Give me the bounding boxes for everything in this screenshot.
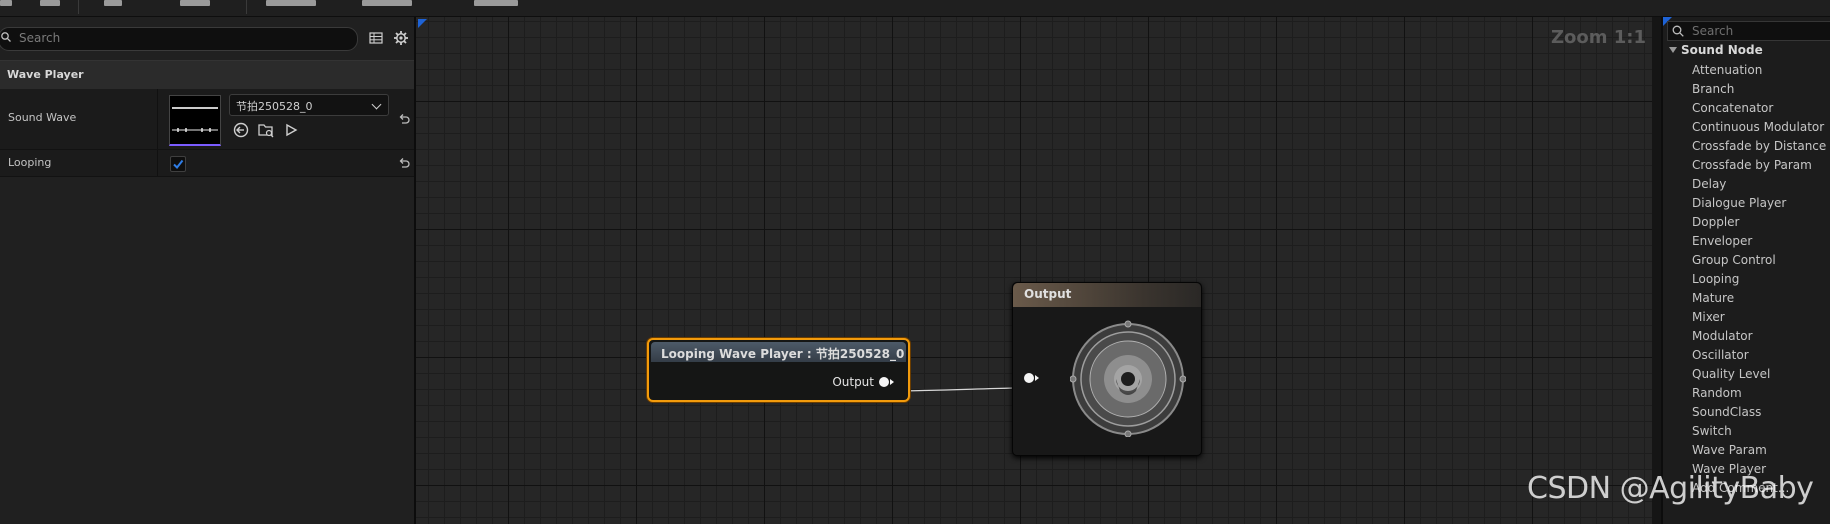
palette-item[interactable]: Branch [1692,81,1826,100]
palette-item[interactable]: Concatenator [1692,100,1826,119]
palette-item[interactable]: Enveloper [1692,233,1826,252]
use-selected-asset-icon[interactable] [232,121,250,139]
palette-node-list: Attenuation Branch Concatenator Continuo… [1692,62,1826,499]
chevron-down-icon [371,99,382,110]
palette-item[interactable]: Attenuation [1692,62,1826,81]
column-divider [157,150,158,176]
watermark: CSDN @AgilityBaby [1527,471,1814,506]
table-view-icon[interactable] [368,30,384,46]
expand-triangle-icon [1669,47,1677,53]
palette-item[interactable]: Switch [1692,423,1826,442]
node-header[interactable]: Output [1013,283,1201,307]
category-label: Sound Node [1681,43,1763,57]
speaker-icon [1070,320,1186,437]
palette-search-box[interactable] [1667,21,1830,41]
property-row-sound-wave: Sound Wave 节拍250528_0 [0,89,414,150]
graph-corner-marker [418,19,427,28]
palette-item[interactable]: Mature [1692,290,1826,309]
palette-item[interactable]: Group Control [1692,252,1826,271]
output-pin[interactable] [879,377,889,387]
palette-search-input[interactable] [1692,23,1830,39]
output-pin-label: Output [832,375,874,389]
pin-arrow-icon [890,379,894,385]
output-node[interactable]: Output [1012,282,1202,456]
looping-wave-player-node[interactable]: Looping Wave Player : 节拍250528_0 Output [647,338,910,402]
palette-item[interactable]: Mixer [1692,309,1826,328]
section-title: Wave Player [7,68,84,81]
category-sound-node[interactable]: Sound Node [1669,43,1763,57]
input-pin[interactable] [1024,373,1034,383]
property-label: Sound Wave [8,111,77,124]
palette-item[interactable]: Continuous Modulator [1692,119,1826,138]
details-search-box[interactable] [0,27,358,51]
property-row-looping: Looping [0,150,414,177]
play-icon[interactable] [282,121,300,139]
sound-wave-asset-combo[interactable]: 节拍250528_0 [229,94,389,116]
palette-item[interactable]: Quality Level [1692,366,1826,385]
toolbar-separator [246,0,247,14]
section-header-wave-player[interactable]: Wave Player [0,60,414,89]
waveform-icon [172,107,218,132]
sound-wave-thumbnail[interactable] [169,95,221,146]
palette-item[interactable]: Crossfade by Distance [1692,138,1826,157]
looping-checkbox[interactable] [170,156,186,172]
toolbar-icon[interactable] [180,0,210,6]
toolbar-icon[interactable] [362,0,412,6]
palette-item[interactable]: SoundClass [1692,404,1826,423]
palette-item[interactable]: Modulator [1692,328,1826,347]
palette-item[interactable]: Dialogue Player [1692,195,1826,214]
node-title: Looping Wave Player : 节拍250528_0 [661,347,905,361]
reset-to-default-icon[interactable] [397,112,411,126]
palette-item[interactable]: Random [1692,385,1826,404]
toolbar-icon[interactable] [266,0,316,6]
palette-item[interactable]: Looping [1692,271,1826,290]
browse-folder-icon[interactable] [257,121,275,139]
details-search-input[interactable] [19,30,339,46]
details-panel: Wave Player Sound Wave 节拍250528_0 Loopin… [0,17,416,524]
node-header[interactable]: Looping Wave Player : 节拍250528_0 [651,342,906,362]
sound-wave-asset-name: 节拍250528_0 [236,100,313,113]
palette-item[interactable]: Doppler [1692,214,1826,233]
details-search-row [0,27,414,51]
palette-item[interactable]: Delay [1692,176,1826,195]
reset-to-default-icon[interactable] [397,156,411,170]
palette-item[interactable]: Oscillator [1692,347,1826,366]
palette-item[interactable]: Wave Param [1692,442,1826,461]
toolbar-separator [78,0,79,14]
graph-canvas[interactable]: Zoom 1:1 Looping Wave Player : 节拍250528_… [416,17,1652,524]
column-divider [157,89,158,149]
search-icon [1672,25,1684,37]
node-title: Output [1024,287,1072,301]
gear-icon[interactable] [393,30,409,46]
property-label: Looping [8,156,52,169]
checkmark-icon [173,159,184,170]
search-icon [1,32,11,42]
toolbar-icon[interactable] [474,0,518,6]
zoom-level: Zoom 1:1 [1550,27,1646,48]
toolbar-icon[interactable] [104,0,122,6]
pin-arrow-icon [1035,375,1039,381]
toolbar-icon[interactable] [0,0,12,6]
top-toolbar [0,0,1830,17]
palette-panel: Sound Node Attenuation Branch Concatenat… [1661,17,1830,524]
palette-item[interactable]: Crossfade by Param [1692,157,1826,176]
toolbar-icon[interactable] [40,0,60,6]
